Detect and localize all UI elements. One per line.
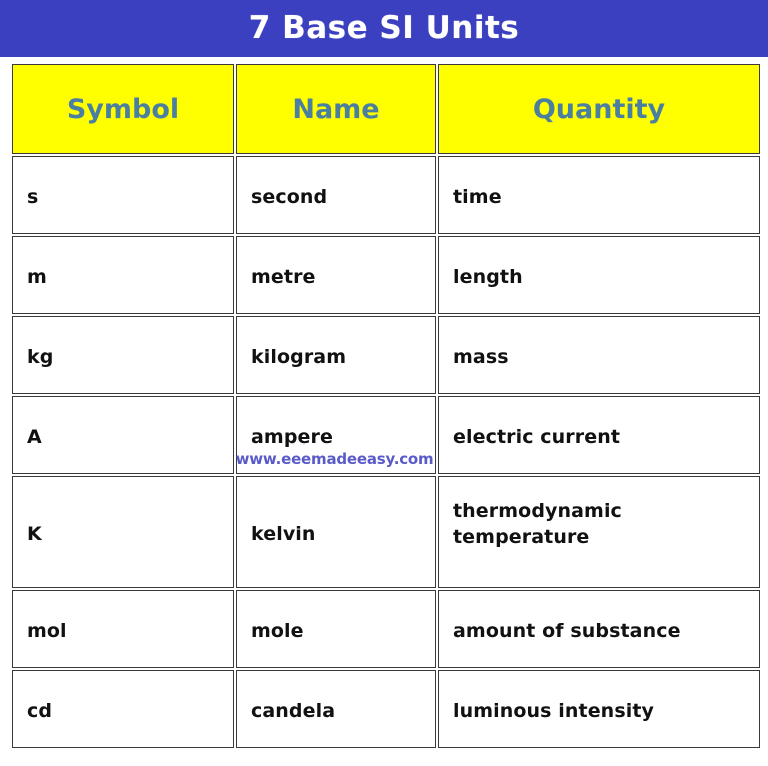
table-row: A ampere electric current	[12, 396, 760, 474]
cell-quantity: amount of substance	[438, 590, 760, 668]
cell-name-text: kilogram	[251, 346, 347, 368]
cell-quantity-text: electric current	[453, 426, 621, 448]
cell-symbol: mol	[12, 590, 234, 668]
cell-symbol: s	[12, 156, 234, 234]
cell-symbol-text: mol	[27, 620, 67, 642]
table-header-row: Symbol Name Quantity	[12, 64, 760, 154]
cell-quantity-text: amount of substance	[453, 620, 681, 642]
cell-symbol: cd	[12, 670, 234, 748]
cell-symbol-text: A	[27, 426, 42, 448]
table-row: kg kilogram mass	[12, 316, 760, 394]
cell-quantity: mass	[438, 316, 760, 394]
cell-name-text: ampere	[251, 426, 333, 448]
cell-quantity-text: thermodynamic temperature	[453, 500, 622, 548]
cell-name-text: kelvin	[251, 523, 316, 545]
cell-symbol-text: kg	[27, 346, 54, 368]
cell-name: candela	[236, 670, 436, 748]
table-row: K kelvin thermodynamic temperature	[12, 476, 760, 588]
cell-name: second	[236, 156, 436, 234]
cell-name: kilogram	[236, 316, 436, 394]
cell-quantity: length	[438, 236, 760, 314]
column-header-symbol-label: Symbol	[66, 93, 180, 125]
cell-name-text: mole	[251, 620, 304, 642]
si-units-table-container: Symbol Name Quantity s second time m met…	[10, 62, 760, 756]
cell-name-text: candela	[251, 700, 336, 722]
column-header-quantity: Quantity	[438, 64, 760, 154]
table-row: s second time	[12, 156, 760, 234]
cell-symbol-text: K	[27, 523, 42, 545]
cell-symbol: kg	[12, 316, 234, 394]
cell-quantity: time	[438, 156, 760, 234]
table-body: s second time m metre length kg kilogram…	[12, 156, 760, 748]
si-units-table: Symbol Name Quantity s second time m met…	[10, 62, 762, 750]
cell-quantity: electric current	[438, 396, 760, 474]
cell-quantity: thermodynamic temperature	[438, 476, 760, 588]
table-row: cd candela luminous intensity	[12, 670, 760, 748]
cell-name: mole	[236, 590, 436, 668]
cell-symbol: K	[12, 476, 234, 588]
si-units-table-page: 7 Base SI Units Symbol Name Quantity s s…	[0, 0, 768, 766]
cell-name-text: metre	[251, 266, 316, 288]
cell-symbol: m	[12, 236, 234, 314]
table-row: mol mole amount of substance	[12, 590, 760, 668]
cell-symbol-text: cd	[27, 700, 53, 722]
cell-quantity-text: luminous intensity	[453, 700, 655, 722]
cell-quantity-text: time	[453, 186, 502, 208]
column-header-name-label: Name	[292, 93, 380, 125]
column-header-name: Name	[236, 64, 436, 154]
cell-quantity: luminous intensity	[438, 670, 760, 748]
cell-symbol: A	[12, 396, 234, 474]
cell-name: ampere	[236, 396, 436, 474]
column-header-quantity-label: Quantity	[532, 93, 666, 125]
cell-quantity-text: length	[453, 266, 523, 288]
cell-symbol-text: m	[27, 266, 47, 288]
cell-quantity-text: mass	[453, 346, 509, 368]
title-banner: 7 Base SI Units	[0, 0, 768, 57]
page-title: 7 Base SI Units	[248, 10, 520, 46]
cell-symbol-text: s	[27, 186, 39, 208]
cell-name: metre	[236, 236, 436, 314]
table-row: m metre length	[12, 236, 760, 314]
cell-name: kelvin	[236, 476, 436, 588]
column-header-symbol: Symbol	[12, 64, 234, 154]
cell-name-text: second	[251, 186, 328, 208]
